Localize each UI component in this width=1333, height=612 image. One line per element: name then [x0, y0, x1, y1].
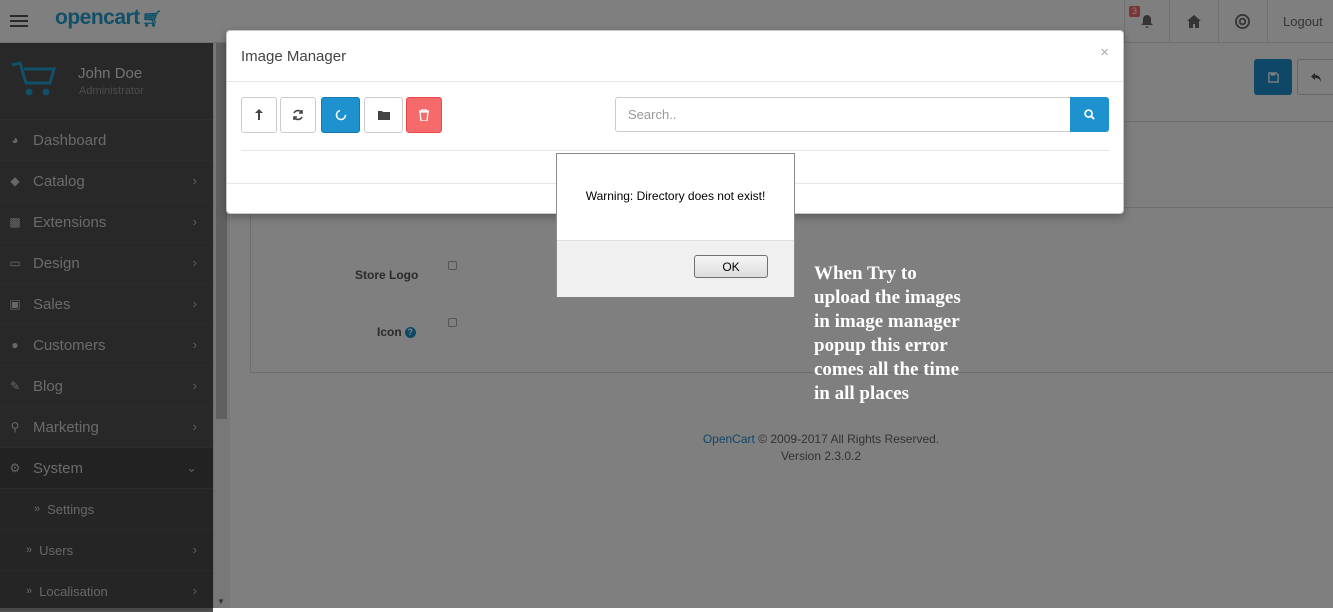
- annotation-line: When Try to: [814, 263, 917, 284]
- annotation-line: upload the images: [814, 287, 961, 308]
- parent-directory-button[interactable]: [241, 97, 277, 133]
- annotation-note: When Try to upload the images in image m…: [814, 262, 1004, 406]
- modal-header-divider: [227, 81, 1123, 82]
- search-button[interactable]: [1070, 97, 1109, 132]
- alert-message: Warning: Directory does not exist!: [585, 189, 766, 203]
- close-icon[interactable]: ×: [1100, 44, 1109, 61]
- delete-button[interactable]: [406, 97, 442, 133]
- modal-title: Image Manager: [241, 48, 347, 65]
- loading-spinner-icon: [335, 109, 346, 121]
- refresh-button[interactable]: [280, 97, 316, 133]
- upload-button[interactable]: [321, 97, 360, 133]
- annotation-line: comes all the time: [814, 359, 960, 380]
- new-folder-button[interactable]: [364, 97, 403, 133]
- folder-icon: [377, 111, 390, 120]
- search-icon: [1084, 109, 1095, 120]
- trash-icon: [419, 109, 429, 121]
- modal-divider: [241, 150, 1109, 151]
- ok-button[interactable]: OK: [694, 255, 768, 278]
- annotation-line: in image manager: [814, 311, 960, 332]
- warning-alert-dialog: Warning: Directory does not exist! OK: [556, 153, 795, 297]
- annotation-line: popup this error: [814, 335, 948, 356]
- level-up-icon: [255, 109, 263, 120]
- search-input[interactable]: [615, 97, 1071, 132]
- annotation-line: in all places: [814, 383, 910, 404]
- refresh-icon: [293, 109, 303, 121]
- alert-footer: OK: [557, 240, 794, 297]
